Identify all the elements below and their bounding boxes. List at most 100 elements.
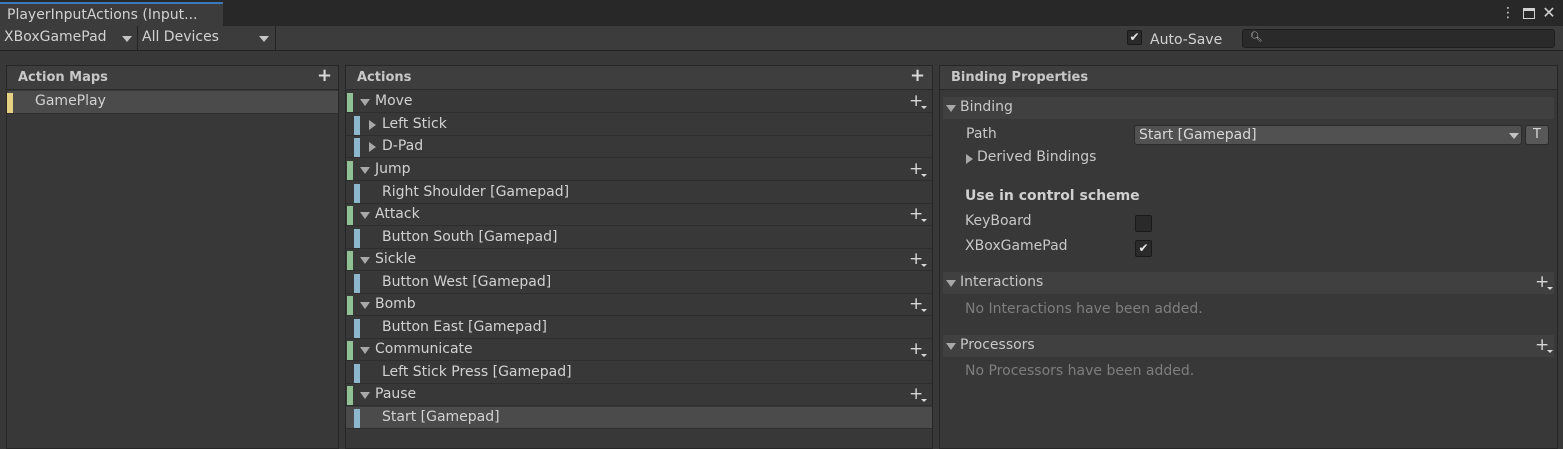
toolbar-divider — [275, 26, 276, 51]
action-row-communicate[interactable]: Communicate + — [346, 339, 932, 361]
binding-color-bar — [354, 274, 360, 293]
binding-section-title: Binding — [960, 99, 1013, 115]
expand-down-icon[interactable] — [360, 302, 370, 309]
add-binding-icon[interactable]: + — [909, 206, 928, 223]
chevron-down-icon — [122, 36, 132, 42]
scheme-xboxgamepad-checkbox[interactable]: ✔ — [1135, 240, 1152, 257]
action-label: Sickle — [375, 251, 417, 267]
action-label: Move — [375, 93, 413, 109]
binding-color-bar — [354, 319, 360, 338]
add-binding-icon[interactable]: + — [909, 93, 928, 110]
binding-section-header[interactable]: Binding — [943, 97, 1554, 119]
actions-title: Actions — [357, 70, 412, 85]
control-scheme-dropdown[interactable]: XBoxGamePad — [0, 27, 136, 50]
binding-row-selected[interactable]: Start [Gamepad] — [346, 407, 932, 429]
actions-panel: Actions + Move + Left Stick D-Pad Jump +… — [345, 65, 933, 449]
binding-label: Button West [Gamepad] — [382, 274, 552, 290]
action-row-sickle[interactable]: Sickle + — [346, 249, 932, 271]
expand-down-icon[interactable] — [360, 257, 370, 264]
expand-down-icon[interactable] — [360, 167, 370, 174]
search-icon: 🔍︎ — [1250, 32, 1263, 43]
expand-right-icon[interactable] — [966, 154, 973, 164]
action-color-bar — [347, 206, 353, 225]
actions-header: Actions — [346, 66, 932, 90]
action-maps-panel: Action Maps + GamePlay — [6, 65, 339, 449]
binding-label: Button South [Gamepad] — [382, 229, 558, 245]
action-row-attack[interactable]: Attack + — [346, 204, 932, 226]
action-map-item[interactable]: GamePlay — [7, 91, 338, 114]
action-label: Pause — [375, 386, 417, 402]
expand-down-icon[interactable] — [946, 343, 956, 350]
action-map-color-bar — [7, 93, 13, 113]
binding-color-bar — [354, 229, 360, 248]
interactions-section-header[interactable]: Interactions + — [943, 272, 1554, 294]
add-binding-icon[interactable]: + — [909, 386, 928, 403]
add-processor-icon[interactable]: + — [1535, 337, 1554, 354]
expand-down-icon[interactable] — [360, 347, 370, 354]
binding-properties-header: Binding Properties — [940, 66, 1557, 90]
action-row-pause[interactable]: Pause + — [346, 384, 932, 406]
binding-row[interactable]: Right Shoulder [Gamepad] — [346, 182, 932, 204]
processors-section-title: Processors — [960, 337, 1035, 353]
binding-properties-panel: Binding Properties Binding Path Derived … — [939, 65, 1558, 449]
maximize-icon[interactable] — [1520, 4, 1538, 22]
expand-down-icon[interactable] — [946, 280, 956, 287]
action-color-bar — [347, 161, 353, 180]
auto-save-label: Auto-Save — [1150, 32, 1223, 48]
expand-down-icon[interactable] — [360, 392, 370, 399]
action-color-bar — [347, 386, 353, 405]
action-row-bomb[interactable]: Bomb + — [346, 294, 932, 316]
expand-right-icon[interactable] — [369, 142, 376, 152]
devices-dropdown[interactable]: All Devices — [138, 27, 275, 50]
add-binding-icon[interactable]: + — [909, 251, 928, 268]
expand-down-icon[interactable] — [360, 212, 370, 219]
binding-label: Start [Gamepad] — [382, 409, 500, 425]
binding-color-bar — [354, 138, 360, 157]
add-binding-icon[interactable]: + — [909, 161, 928, 178]
derived-bindings-label[interactable]: Derived Bindings — [977, 149, 1096, 165]
text-mode-button[interactable]: T — [1525, 125, 1549, 145]
processors-section-header[interactable]: Processors + — [943, 335, 1554, 357]
expand-down-icon[interactable] — [946, 105, 956, 112]
close-icon[interactable]: ✕ — [1540, 4, 1558, 22]
action-color-bar — [347, 93, 353, 112]
composite-row-left-stick[interactable]: Left Stick — [346, 114, 932, 136]
expand-down-icon[interactable] — [360, 99, 370, 106]
add-binding-icon[interactable]: + — [909, 296, 928, 313]
binding-row[interactable]: Button West [Gamepad] — [346, 272, 932, 294]
toolbar: XBoxGamePad All Devices ✔ Auto-Save 🔍︎ — [0, 26, 1563, 51]
add-action-icon[interactable]: + — [910, 67, 925, 85]
scheme-keyboard-label: KeyBoard — [965, 213, 1032, 229]
path-value: Start [Gamepad] — [1139, 127, 1257, 143]
add-binding-icon[interactable]: + — [909, 341, 928, 358]
add-action-map-icon[interactable]: + — [317, 67, 332, 85]
binding-color-bar — [354, 364, 360, 383]
action-label: Bomb — [375, 296, 416, 312]
add-interaction-icon[interactable]: + — [1535, 274, 1554, 291]
control-scheme-value: XBoxGamePad — [4, 29, 107, 45]
binding-row[interactable]: Left Stick Press [Gamepad] — [346, 362, 932, 384]
composite-row-dpad[interactable]: D-Pad — [346, 136, 932, 158]
search-input[interactable]: 🔍︎ — [1242, 29, 1555, 48]
action-maps-title: Action Maps — [18, 70, 108, 85]
interactions-empty-text: No Interactions have been added. — [965, 301, 1203, 317]
scheme-keyboard-checkbox[interactable] — [1135, 215, 1152, 232]
auto-save-checkbox[interactable]: ✔ — [1127, 30, 1142, 45]
binding-color-bar — [354, 184, 360, 203]
action-label: Communicate — [375, 341, 473, 357]
action-label: Jump — [375, 161, 411, 177]
chevron-down-icon — [259, 36, 269, 42]
binding-label: Button East [Gamepad] — [382, 319, 547, 335]
binding-row[interactable]: Button South [Gamepad] — [346, 227, 932, 249]
binding-row[interactable]: Button East [Gamepad] — [346, 317, 932, 339]
scheme-xboxgamepad-label: XBoxGamePad — [965, 238, 1068, 254]
interactions-section-title: Interactions — [960, 274, 1044, 290]
kebab-menu-icon[interactable]: ⋮ — [1499, 4, 1517, 22]
action-row-jump[interactable]: Jump + — [346, 159, 932, 181]
expand-right-icon[interactable] — [369, 120, 376, 130]
window-tab[interactable]: PlayerInputActions (Input... — [0, 2, 223, 26]
devices-value: All Devices — [142, 29, 219, 45]
path-dropdown[interactable]: Start [Gamepad] — [1134, 125, 1522, 145]
action-row-move[interactable]: Move + — [346, 91, 932, 113]
action-map-label: GamePlay — [35, 93, 106, 109]
